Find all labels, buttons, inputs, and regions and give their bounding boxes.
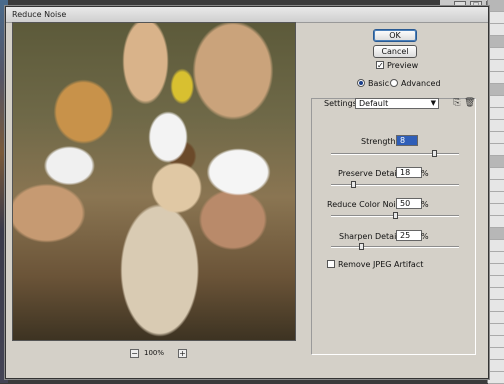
preserve-details-field[interactable]: 18 <box>396 167 422 178</box>
advanced-label: Advanced <box>401 79 441 88</box>
remove-jpeg-artifact-checkbox[interactable] <box>327 260 335 268</box>
save-settings-icon[interactable]: ⎘ <box>452 98 462 108</box>
advanced-radio[interactable] <box>390 79 398 87</box>
sharpen-details-field[interactable]: 25 <box>396 230 422 241</box>
cancel-button[interactable]: Cancel <box>373 45 417 58</box>
strength-slider[interactable] <box>331 153 459 155</box>
basic-radio[interactable] <box>357 79 365 87</box>
sharpen-details-unit: % <box>421 232 429 241</box>
zoom-bar: − 100% + <box>12 346 296 360</box>
dialog-titlebar: Reduce Noise <box>6 7 488 23</box>
remove-jpeg-artifact-label: Remove JPEG Artifact <box>338 260 424 269</box>
preserve-details-unit: % <box>421 169 429 178</box>
preview-checkbox[interactable]: ✓ <box>376 61 384 70</box>
dialog-title: Reduce Noise <box>12 10 67 19</box>
settings-value: Default <box>359 99 389 108</box>
strength-slider-thumb[interactable] <box>432 150 437 157</box>
reduce-color-noise-unit: % <box>421 200 429 209</box>
ok-button[interactable]: OK <box>373 29 417 42</box>
zoom-level: 100% <box>143 349 164 357</box>
background-panel-right <box>487 0 504 384</box>
strength-field[interactable]: 8 <box>396 135 418 146</box>
sharpen-details-slider-thumb[interactable] <box>359 243 364 250</box>
zoom-in-button[interactable]: + <box>178 349 187 358</box>
basic-label: Basic <box>368 79 390 88</box>
sharpen-details-slider[interactable] <box>331 246 459 248</box>
strength-label: Strength: <box>361 137 399 146</box>
reduce-color-noise-field[interactable]: 50 <box>396 198 422 209</box>
chevron-down-icon: ▼ <box>430 99 436 107</box>
settings-select[interactable]: Default ▼ <box>355 98 439 109</box>
preview-image[interactable] <box>12 22 296 341</box>
preview-label: Preview <box>387 61 419 70</box>
trash-icon[interactable]: 🗑 <box>464 98 475 108</box>
reduce-color-noise-slider-thumb[interactable] <box>393 212 398 219</box>
preserve-details-slider-thumb[interactable] <box>351 181 356 188</box>
